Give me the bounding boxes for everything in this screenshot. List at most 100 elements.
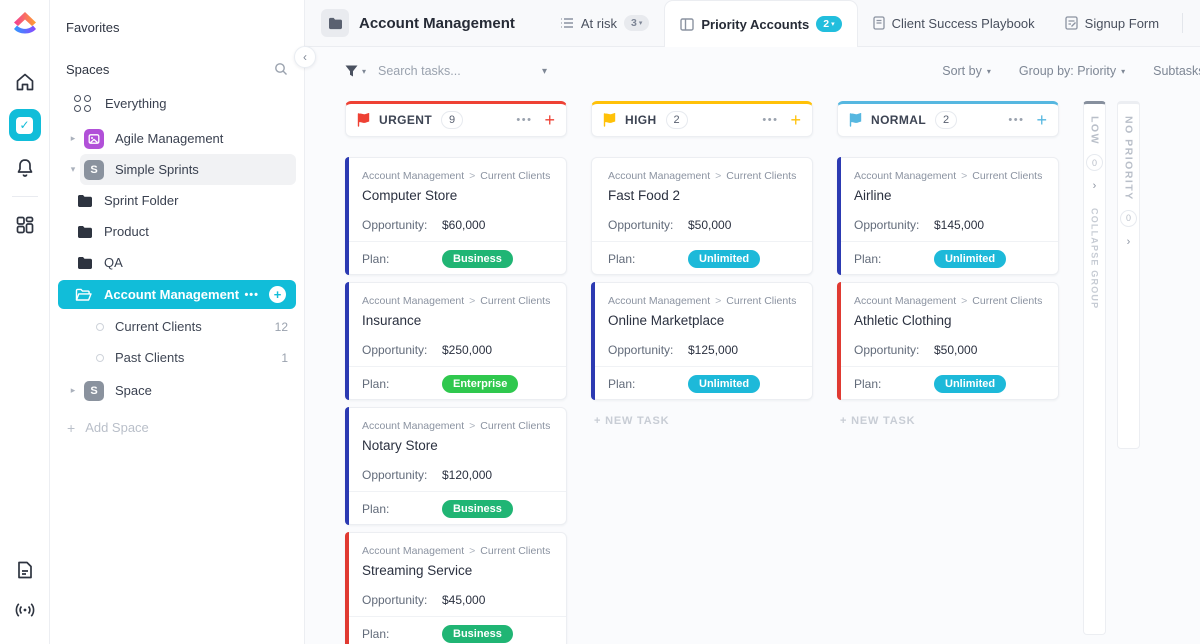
card-divider [346, 241, 566, 242]
tasks-icon-active[interactable]: ✓ [9, 109, 41, 141]
broadcast-icon[interactable] [14, 599, 36, 621]
add-view-button[interactable]: + View [1191, 0, 1200, 46]
group-menu-icon[interactable]: ••• [762, 114, 778, 126]
field-label: Plan: [362, 252, 442, 266]
card-list: Account Management>Current Clients Fast … [591, 157, 813, 400]
task-card[interactable]: Account Management>Current Clients Strea… [345, 532, 567, 644]
notifications-bell-icon[interactable] [14, 157, 36, 179]
rail-bottom [14, 550, 36, 630]
favorites-section[interactable]: Favorites [50, 12, 304, 42]
collapse-group-label[interactable]: COLLAPSE GROUP [1090, 208, 1100, 309]
sidebar-item-past-clients[interactable]: Past Clients 1 [50, 342, 304, 373]
task-title[interactable]: Fast Food 2 [608, 188, 798, 203]
sidebar-item-sprint-folder[interactable]: Sprint Folder [50, 185, 304, 216]
search-expand-chevron[interactable]: ▾ [542, 66, 547, 77]
tab-signup-form[interactable]: Signup Form [1050, 0, 1174, 46]
filter-button[interactable]: ▾ [345, 65, 366, 77]
task-card[interactable]: Account Management>Current Clients Insur… [345, 282, 567, 400]
group-header[interactable]: URGENT 9 ••• + [345, 101, 567, 137]
sidebar-item-agile-management[interactable]: ▸ Agile Management [50, 123, 304, 154]
group-menu-icon[interactable]: ••• [1008, 114, 1024, 126]
plan-badge[interactable]: Business [442, 500, 513, 518]
tab-at-risk[interactable]: At risk 3▾ [545, 0, 664, 46]
add-space-button[interactable]: + Add Space [50, 412, 304, 443]
sidebar-item-account-management-selected[interactable]: Account Management ••• + [58, 280, 296, 309]
home-icon[interactable] [14, 71, 36, 93]
task-title[interactable]: Notary Store [362, 438, 552, 453]
plan-badge[interactable]: Business [442, 625, 513, 643]
task-card[interactable]: Account Management>Current Clients Compu… [345, 157, 567, 275]
task-card[interactable]: Account Management>Current Clients Fast … [591, 157, 813, 275]
sidebar-collapse-button[interactable]: ‹ [294, 46, 316, 68]
check-icon: ✓ [16, 117, 33, 134]
sidebar-item-everything[interactable]: Everything [50, 88, 304, 119]
dashboards-grid-icon[interactable] [14, 214, 36, 236]
group-add-task-icon[interactable]: + [1036, 110, 1047, 131]
new-task-button[interactable]: + NEW TASK [591, 415, 813, 427]
sidebar-item-current-clients[interactable]: Current Clients 12 [50, 311, 304, 342]
group-header[interactable]: NORMAL 2 ••• + [837, 101, 1059, 137]
tab-priority-accounts-active[interactable]: Priority Accounts 2▾ [664, 0, 857, 47]
priority-bar [345, 282, 349, 400]
spaces-section[interactable]: Spaces [50, 54, 304, 84]
task-title[interactable]: Insurance [362, 313, 552, 328]
collapsed-group-low[interactable]: LOW 0 › COLLAPSE GROUP [1083, 101, 1106, 635]
space-avatar: S [84, 160, 104, 180]
sidebar-item-qa[interactable]: QA [50, 247, 304, 278]
plan-badge[interactable]: Unlimited [934, 250, 1006, 268]
tab-client-success-playbook[interactable]: Client Success Playbook [858, 0, 1050, 46]
caret-down-icon: ▾ [1121, 67, 1125, 76]
main-content: ‹ Account Management At risk [305, 0, 1200, 644]
docs-icon[interactable] [14, 559, 36, 581]
group-header[interactable]: HIGH 2 ••• + [591, 101, 813, 137]
task-title[interactable]: Athletic Clothing [854, 313, 1044, 328]
plan-badge[interactable]: Enterprise [442, 375, 518, 393]
task-title[interactable]: Streaming Service [362, 563, 552, 578]
tab-badge[interactable]: 3▾ [624, 15, 649, 31]
chevron-right-icon[interactable]: ▸ [66, 133, 80, 144]
task-card[interactable]: Account Management>Current Clients Notar… [345, 407, 567, 525]
search-input[interactable] [378, 64, 528, 78]
tab-badge[interactable]: 2▾ [816, 16, 841, 32]
ellipsis-icon[interactable]: ••• [244, 289, 259, 301]
expand-chevron-icon[interactable]: › [1127, 236, 1131, 248]
tab-label: Client Success Playbook [892, 16, 1035, 31]
list-view-icon [560, 17, 574, 29]
card-divider [346, 491, 566, 492]
chevron-down-icon[interactable]: ▾ [66, 164, 80, 175]
task-card[interactable]: Account Management>Current Clients Airli… [837, 157, 1059, 275]
breadcrumb: Account Management>Current Clients [608, 295, 798, 307]
chevron-left-icon: ‹ [303, 50, 307, 64]
group-menu-icon[interactable]: ••• [516, 114, 532, 126]
task-card[interactable]: Account Management>Current Clients Athle… [837, 282, 1059, 400]
everything-label: Everything [105, 96, 166, 111]
add-icon[interactable]: + [269, 286, 286, 303]
search-icon[interactable] [274, 62, 288, 76]
task-title[interactable]: Computer Store [362, 188, 552, 203]
task-title[interactable]: Online Marketplace [608, 313, 798, 328]
priority-bar [591, 157, 595, 275]
plan-badge[interactable]: Business [442, 250, 513, 268]
group-column-normal: NORMAL 2 ••• + Account Management>Curren… [837, 101, 1059, 427]
priority-bar [345, 157, 349, 275]
plan-badge[interactable]: Unlimited [688, 250, 760, 268]
chevron-right-icon[interactable]: ▸ [66, 385, 80, 396]
collapsed-group-no-priority[interactable]: NO PRIORITY 0 › [1117, 101, 1140, 449]
folder-chip[interactable] [321, 9, 349, 37]
group-add-task-icon[interactable]: + [790, 110, 801, 131]
group-add-task-icon[interactable]: + [544, 110, 555, 131]
clickup-logo-icon[interactable] [10, 10, 40, 40]
task-card[interactable]: Account Management>Current Clients Onlin… [591, 282, 813, 400]
sort-by-dropdown[interactable]: Sort by▾ [942, 64, 991, 78]
subtasks-dropdown[interactable]: Subtasks: Hide▾ [1153, 64, 1200, 78]
sidebar-item-simple-sprints[interactable]: ▾ S Simple Sprints [50, 154, 304, 185]
expand-chevron-icon[interactable]: › [1093, 180, 1097, 192]
board-view-icon [680, 18, 694, 31]
new-task-button[interactable]: + NEW TASK [837, 415, 1059, 427]
group-by-dropdown[interactable]: Group by: Priority▾ [1019, 64, 1125, 78]
sidebar-item-space[interactable]: ▸ S Space [50, 375, 304, 406]
plan-badge[interactable]: Unlimited [688, 375, 760, 393]
sidebar-item-product[interactable]: Product [50, 216, 304, 247]
task-title[interactable]: Airline [854, 188, 1044, 203]
plan-badge[interactable]: Unlimited [934, 375, 1006, 393]
